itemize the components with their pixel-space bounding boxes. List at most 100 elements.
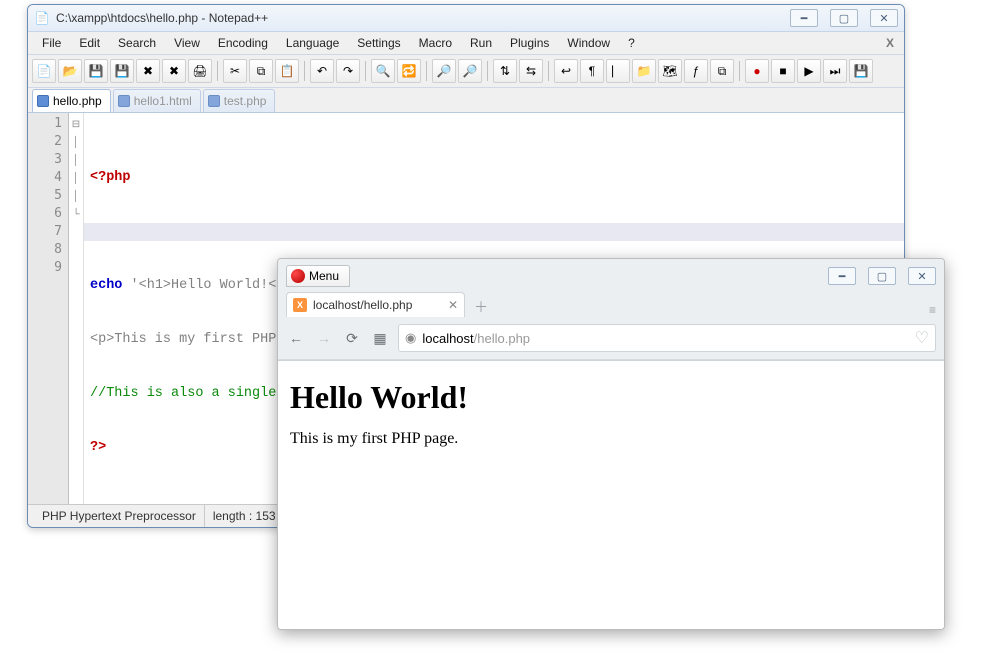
npp-toolbar: 📄 📂 💾 💾 ✖ ✖ 🖨 ✂ ⧉ 📋 ↶ ↷ 🔍 🔁 🔎 🔎 ⇅ ⇆ ↩ ¶ … [28, 55, 904, 88]
menubar-close-icon[interactable]: X [882, 36, 898, 50]
file-icon [37, 95, 49, 107]
zoom-in-icon[interactable]: 🔎 [432, 59, 456, 83]
save-icon[interactable]: 💾 [84, 59, 108, 83]
show-all-chars-icon[interactable]: ¶ [580, 59, 604, 83]
menu-run[interactable]: Run [462, 34, 500, 52]
play-macro-icon[interactable]: ▶ [797, 59, 821, 83]
opera-logo-icon [291, 269, 305, 283]
print-icon[interactable]: 🖨 [188, 59, 212, 83]
play-multi-macro-icon[interactable]: ⏭ [823, 59, 847, 83]
line-number: 6 [28, 205, 68, 223]
xampp-favicon-icon: X [293, 298, 307, 312]
code-token: <?php [90, 170, 131, 185]
file-icon [118, 95, 130, 107]
cut-icon[interactable]: ✂ [223, 59, 247, 83]
menu-plugins[interactable]: Plugins [502, 34, 557, 52]
maximize-button[interactable]: ▢ [868, 267, 896, 285]
file-icon [208, 95, 220, 107]
open-file-icon[interactable]: 📂 [58, 59, 82, 83]
record-macro-icon[interactable]: ● [745, 59, 769, 83]
file-tab-hello1-html[interactable]: hello1.html [113, 89, 201, 112]
menu-file[interactable]: File [34, 34, 69, 52]
close-button[interactable]: ✕ [870, 9, 898, 27]
paste-icon[interactable]: 📋 [275, 59, 299, 83]
tab-close-icon[interactable]: ✕ [448, 298, 458, 312]
wordwrap-icon[interactable]: ↩ [554, 59, 578, 83]
close-all-icon[interactable]: ✖ [162, 59, 186, 83]
menu-window[interactable]: Window [559, 34, 618, 52]
function-list-icon[interactable]: ƒ [684, 59, 708, 83]
indent-guide-icon[interactable]: ⎸ [606, 59, 630, 83]
bookmark-heart-icon[interactable]: ♡ [915, 328, 929, 348]
browser-page-content: Hello World! This is my first PHP page. [278, 361, 944, 629]
browser-window: Menu ━ ▢ ✕ X localhost/hello.php ✕ ＋ ≡ ←… [277, 258, 945, 630]
folder-view-icon[interactable]: 📁 [632, 59, 656, 83]
code-token: echo [90, 278, 122, 293]
url-path: /hello.php [474, 331, 530, 346]
url-input[interactable]: ◉ localhost/hello.php ♡ [398, 324, 936, 352]
page-paragraph: This is my first PHP page. [290, 430, 932, 448]
menu-button-label: Menu [309, 269, 339, 283]
fold-column: ⊟ │ │ │ │ └ [69, 113, 84, 504]
status-language: PHP Hypertext Preprocessor [34, 505, 205, 527]
zoom-out-icon[interactable]: 🔎 [458, 59, 482, 83]
copy-icon[interactable]: ⧉ [249, 59, 273, 83]
menu-help[interactable]: ? [620, 34, 643, 52]
minimize-button[interactable]: ━ [790, 9, 818, 27]
browser-tab-title: localhost/hello.php [313, 298, 412, 312]
browser-tab[interactable]: X localhost/hello.php ✕ [286, 292, 465, 317]
reload-button[interactable]: ⟳ [342, 328, 362, 348]
line-number: 2 [28, 133, 68, 151]
code-token [122, 278, 130, 293]
line-number-gutter: 1 2 3 4 5 6 7 8 9 [28, 113, 69, 504]
toolbar-sep [365, 61, 366, 81]
npp-title: C:\xampp\htdocs\hello.php - Notepad++ [56, 11, 790, 25]
doc-switcher-icon[interactable]: ⧉ [710, 59, 734, 83]
browser-window-controls: ━ ▢ ✕ [828, 267, 936, 285]
maximize-button[interactable]: ▢ [830, 9, 858, 27]
browser-titlebar[interactable]: Menu ━ ▢ ✕ [278, 259, 944, 289]
npp-titlebar[interactable]: 📄 C:\xampp\htdocs\hello.php - Notepad++ … [28, 5, 904, 32]
new-file-icon[interactable]: 📄 [32, 59, 56, 83]
file-tab-test-php[interactable]: test.php [203, 89, 276, 112]
find-icon[interactable]: 🔍 [371, 59, 395, 83]
sync-v-icon[interactable]: ⇅ [493, 59, 517, 83]
forward-button[interactable]: → [314, 328, 334, 348]
npp-menubar: File Edit Search View Encoding Language … [28, 32, 904, 55]
redo-icon[interactable]: ↷ [336, 59, 360, 83]
line-number: 3 [28, 151, 68, 169]
file-tab-hello-php[interactable]: hello.php [32, 89, 111, 112]
menu-macro[interactable]: Macro [411, 34, 460, 52]
menu-edit[interactable]: Edit [71, 34, 108, 52]
speed-dial-icon[interactable]: ▦ [370, 328, 390, 348]
globe-icon: ◉ [405, 330, 416, 346]
close-file-icon[interactable]: ✖ [136, 59, 160, 83]
stop-macro-icon[interactable]: ■ [771, 59, 795, 83]
menu-view[interactable]: View [166, 34, 208, 52]
page-heading: Hello World! [290, 379, 932, 416]
browser-chrome: Menu ━ ▢ ✕ X localhost/hello.php ✕ ＋ ≡ ←… [278, 259, 944, 361]
line-number: 7 [28, 223, 68, 241]
opera-menu-button[interactable]: Menu [286, 265, 350, 287]
url-host: localhost [422, 331, 473, 346]
new-tab-button[interactable]: ＋ [469, 297, 493, 317]
fold-minus-icon[interactable]: ⊟ [69, 115, 83, 133]
back-button[interactable]: ← [286, 328, 306, 348]
toolbar-sep [217, 61, 218, 81]
menu-settings[interactable]: Settings [349, 34, 408, 52]
npp-window-controls: ━ ▢ ✕ [790, 9, 898, 27]
doc-map-icon[interactable]: 🗺 [658, 59, 682, 83]
close-button[interactable]: ✕ [908, 267, 936, 285]
undo-icon[interactable]: ↶ [310, 59, 334, 83]
file-tab-label: test.php [224, 94, 267, 108]
sync-h-icon[interactable]: ⇆ [519, 59, 543, 83]
menu-language[interactable]: Language [278, 34, 347, 52]
save-all-icon[interactable]: 💾 [110, 59, 134, 83]
tabstrip-menu-icon[interactable]: ≡ [929, 303, 936, 317]
minimize-button[interactable]: ━ [828, 267, 856, 285]
menu-encoding[interactable]: Encoding [210, 34, 276, 52]
replace-icon[interactable]: 🔁 [397, 59, 421, 83]
browser-addressbar: ← → ⟳ ▦ ◉ localhost/hello.php ♡ [278, 317, 944, 360]
menu-search[interactable]: Search [110, 34, 164, 52]
save-macro-icon[interactable]: 💾 [849, 59, 873, 83]
